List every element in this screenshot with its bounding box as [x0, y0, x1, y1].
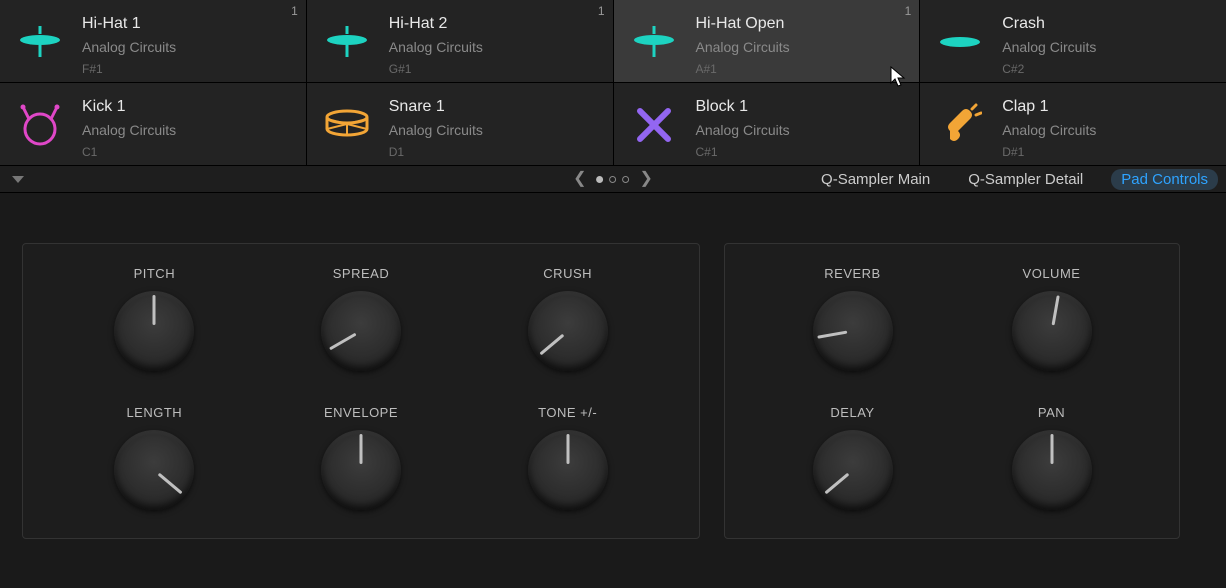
knob-label: PITCH	[134, 266, 176, 281]
control-panels: PITCH SPREAD CRUSH LENGTH ENVELOPE TONE …	[0, 193, 1226, 539]
pad-subtitle: Analog Circuits	[696, 121, 910, 139]
knob-label: REVERB	[824, 266, 880, 281]
pad-name: Crash	[1002, 14, 1216, 34]
pad-note: F#1	[82, 62, 296, 76]
knob-spread[interactable]	[321, 291, 401, 371]
pad-kick-1[interactable]: Kick 1 Analog Circuits C1	[0, 83, 306, 165]
knob-cell: VOLUME	[952, 266, 1151, 371]
cymbal-icon	[932, 14, 988, 70]
hihat-icon	[626, 14, 682, 70]
knob-pitch[interactable]	[114, 291, 194, 371]
pad-text: Block 1 Analog Circuits C#1	[696, 95, 910, 159]
pager-dot[interactable]	[597, 176, 604, 183]
pad-name: Hi-Hat Open	[696, 14, 910, 34]
pad-note: C1	[82, 145, 296, 159]
pad-text: Hi-Hat 1 Analog Circuits F#1	[82, 12, 296, 76]
knob-cell: REVERB	[753, 266, 952, 371]
pad-note: D1	[389, 145, 603, 159]
knob-label: DELAY	[830, 405, 874, 420]
knob-label: PAN	[1038, 405, 1065, 420]
tab-q-sampler-detail[interactable]: Q-Sampler Detail	[958, 169, 1093, 190]
pad-subtitle: Analog Circuits	[389, 121, 603, 139]
knob-label: LENGTH	[126, 405, 182, 420]
knob-delay[interactable]	[813, 430, 893, 510]
pager-dots	[597, 176, 630, 183]
pad-text: Clap 1 Analog Circuits D#1	[1002, 95, 1216, 159]
pad-subtitle: Analog Circuits	[696, 38, 910, 56]
knob-cell: PAN	[952, 405, 1151, 510]
pad-block-1[interactable]: Block 1 Analog Circuits C#1	[614, 83, 920, 165]
hihat-icon	[319, 14, 375, 70]
pad-name: Hi-Hat 2	[389, 14, 603, 34]
sound-shaping-panel: PITCH SPREAD CRUSH LENGTH ENVELOPE TONE …	[22, 243, 700, 539]
knob-pan[interactable]	[1012, 430, 1092, 510]
tab-q-sampler-main[interactable]: Q-Sampler Main	[811, 169, 940, 190]
knob-label: SPREAD	[333, 266, 389, 281]
pad-name: Hi-Hat 1	[82, 14, 296, 34]
pad-subtitle: Analog Circuits	[1002, 121, 1216, 139]
pad-group-badge: 1	[905, 4, 912, 18]
knob-label: VOLUME	[1023, 266, 1081, 281]
hihat-icon	[12, 14, 68, 70]
pad-text: Kick 1 Analog Circuits C1	[82, 95, 296, 159]
pad-name: Snare 1	[389, 97, 603, 117]
pad-hi-hat-open[interactable]: Hi-Hat Open Analog Circuits A#1 1	[614, 0, 920, 82]
knob-envelope[interactable]	[321, 430, 401, 510]
pad-note: D#1	[1002, 145, 1216, 159]
pad-name: Kick 1	[82, 97, 296, 117]
pager-next-button[interactable]: ❯	[640, 171, 653, 187]
pad-name: Clap 1	[1002, 97, 1216, 117]
pad-text: Hi-Hat 2 Analog Circuits G#1	[389, 12, 603, 76]
knob-cell: TONE +/-	[464, 405, 671, 510]
pad-hi-hat-2[interactable]: Hi-Hat 2 Analog Circuits G#1 1	[307, 0, 613, 82]
knob-reverb[interactable]	[813, 291, 893, 371]
pad-text: Hi-Hat Open Analog Circuits A#1	[696, 12, 910, 76]
pad-grid: Hi-Hat 1 Analog Circuits F#1 1 Hi-Hat 2 …	[0, 0, 1226, 165]
knob-cell: LENGTH	[51, 405, 258, 510]
pad-group-badge: 1	[291, 4, 298, 18]
tab-strip: ❮ ❯ Q-Sampler Main Q-Sampler Detail Pad Co…	[0, 165, 1226, 193]
snare-icon	[319, 97, 375, 153]
pad-note: G#1	[389, 62, 603, 76]
pad-name: Block 1	[696, 97, 910, 117]
knob-length[interactable]	[114, 430, 194, 510]
knob-label: CRUSH	[543, 266, 592, 281]
knob-cell: DELAY	[753, 405, 952, 510]
sticks-icon	[626, 97, 682, 153]
pager-prev-button[interactable]: ❮	[573, 171, 586, 187]
pad-text: Crash Analog Circuits C#2	[1002, 12, 1216, 76]
kick-icon	[12, 97, 68, 153]
pad-note: C#1	[696, 145, 910, 159]
pad-subtitle: Analog Circuits	[82, 121, 296, 139]
pad-hi-hat-1[interactable]: Hi-Hat 1 Analog Circuits F#1 1	[0, 0, 306, 82]
pad-subtitle: Analog Circuits	[389, 38, 603, 56]
pad-crash[interactable]: Crash Analog Circuits C#2	[920, 0, 1226, 82]
pad-text: Snare 1 Analog Circuits D1	[389, 95, 603, 159]
pager-dot[interactable]	[610, 176, 617, 183]
pad-clap-1[interactable]: Clap 1 Analog Circuits D#1	[920, 83, 1226, 165]
knob-tone-[interactable]	[528, 430, 608, 510]
pad-group-badge: 1	[598, 4, 605, 18]
knob-label: ENVELOPE	[324, 405, 398, 420]
pager-dot[interactable]	[623, 176, 630, 183]
view-tabs: Q-Sampler Main Q-Sampler Detail Pad Contro…	[811, 169, 1218, 190]
pad-subtitle: Analog Circuits	[1002, 38, 1216, 56]
mix-panel: REVERB VOLUME DELAY PAN	[724, 243, 1180, 539]
clap-icon	[932, 97, 988, 153]
tab-pad-controls[interactable]: Pad Controls	[1111, 169, 1218, 190]
knob-volume[interactable]	[1012, 291, 1092, 371]
disclosure-triangle-icon[interactable]	[12, 176, 24, 183]
pad-note: C#2	[1002, 62, 1216, 76]
knob-crush[interactable]	[528, 291, 608, 371]
knob-cell: ENVELOPE	[258, 405, 465, 510]
knob-cell: PITCH	[51, 266, 258, 371]
pager: ❮ ❯	[573, 171, 653, 187]
pad-subtitle: Analog Circuits	[82, 38, 296, 56]
pad-snare-1[interactable]: Snare 1 Analog Circuits D1	[307, 83, 613, 165]
knob-cell: CRUSH	[464, 266, 671, 371]
pad-note: A#1	[696, 62, 910, 76]
knob-cell: SPREAD	[258, 266, 465, 371]
knob-label: TONE +/-	[538, 405, 597, 420]
